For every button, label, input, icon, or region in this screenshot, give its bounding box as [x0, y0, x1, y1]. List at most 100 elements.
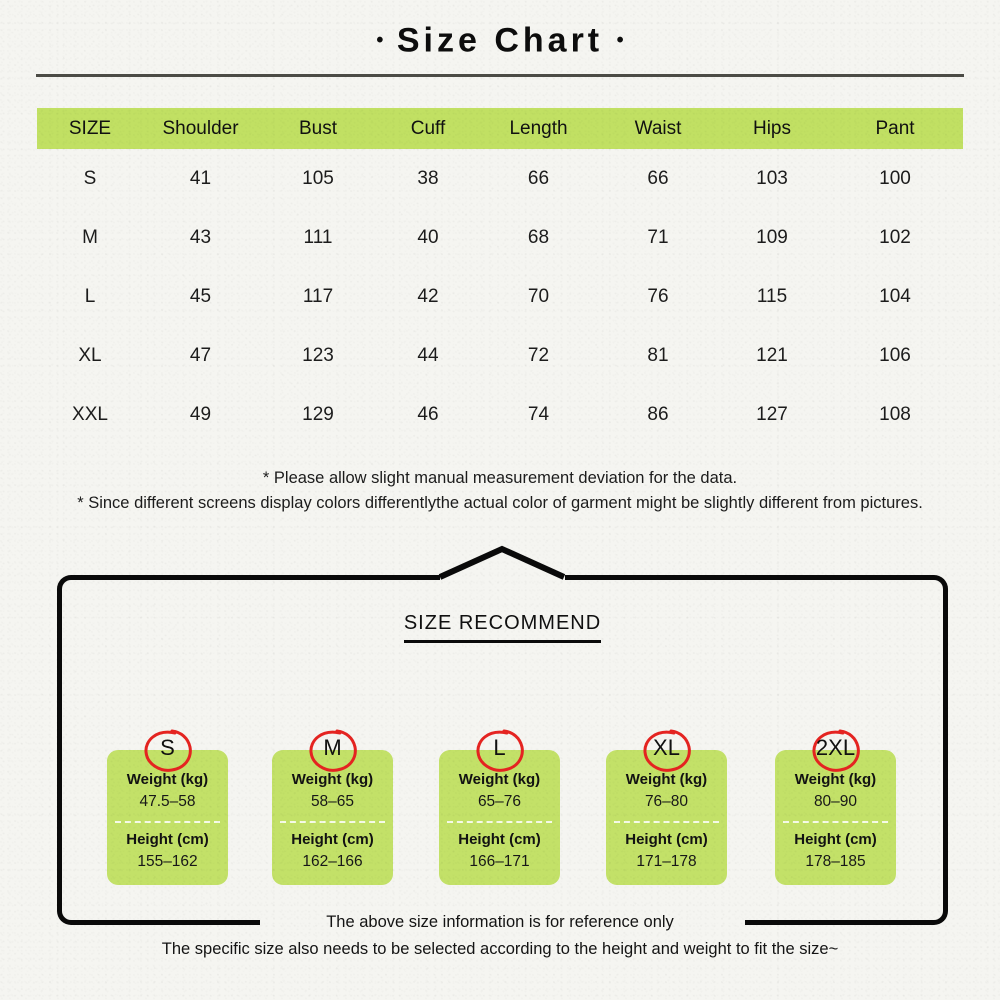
table-row: L 45 117 42 70 76 115 104	[37, 267, 963, 326]
cell-shoulder: 49	[189, 403, 212, 425]
height-label: Height (cm)	[291, 831, 374, 848]
size-table-body: S 41 105 38 66 66 103 100 M 43 111 40 68…	[37, 149, 963, 444]
disclaimer-notes: * Please allow slight manual measurement…	[0, 466, 1000, 516]
size-recommend-heading-text: SIZE RECOMMEND	[403, 612, 602, 643]
card-divider	[280, 821, 385, 823]
cell-hips: 115	[756, 285, 788, 307]
card-divider	[447, 821, 552, 823]
cell-bust: 117	[302, 285, 334, 307]
column-header-hips: Hips	[717, 108, 827, 149]
size-badge-label: XL	[653, 735, 680, 760]
size-recommend-cards: S Weight (kg) 47.5–58 Height (cm) 155–16…	[107, 725, 898, 885]
size-badge: M	[272, 725, 393, 772]
cell-waist: 86	[647, 403, 669, 425]
cell-size: S	[83, 167, 97, 189]
title-bullet-right: •	[616, 29, 624, 52]
weight-value: 58–65	[310, 793, 355, 810]
column-header-size: SIZE	[37, 108, 143, 149]
table-row: XL 47 123 44 72 81 121 106	[37, 326, 963, 385]
size-table-container: SIZE Shoulder Bust Cuff Length Waist Hip…	[37, 108, 963, 444]
card-divider	[614, 821, 719, 823]
column-header-length: Length	[478, 108, 599, 149]
table-row: M 43 111 40 68 71 109 102	[37, 208, 963, 267]
size-badge: S	[107, 725, 228, 772]
table-row: XXL 49 129 46 74 86 127 108	[37, 385, 963, 444]
cell-length: 68	[527, 226, 550, 248]
frame-edge-left	[57, 599, 62, 901]
cell-bust: 123	[302, 344, 334, 366]
cell-size: XXL	[72, 403, 108, 425]
table-row: S 41 105 38 66 66 103 100	[37, 149, 963, 208]
size-badge-label: L	[493, 735, 506, 760]
column-header-cuff: Cuff	[378, 108, 478, 149]
footer-notes: The above size information is for refere…	[0, 909, 1000, 963]
height-label: Height (cm)	[458, 831, 541, 848]
height-value: 155–162	[137, 853, 198, 870]
cell-cuff: 46	[417, 403, 439, 425]
cell-bust: 129	[302, 403, 334, 425]
cell-waist: 76	[647, 285, 669, 307]
cell-pant: 106	[879, 344, 911, 366]
footer-line-selection: The specific size also needs to be selec…	[161, 940, 839, 958]
cell-waist: 66	[647, 167, 669, 189]
height-value: 171–178	[636, 853, 697, 870]
cell-size: L	[84, 285, 96, 307]
cell-shoulder: 43	[189, 226, 212, 248]
cell-bust: 105	[302, 167, 334, 189]
height-value: 162–166	[302, 853, 363, 870]
size-table: SIZE Shoulder Bust Cuff Length Waist Hip…	[37, 108, 963, 444]
title-bullet-left: •	[376, 29, 384, 52]
cell-pant: 108	[879, 403, 911, 425]
table-header-row: SIZE Shoulder Bust Cuff Length Waist Hip…	[37, 108, 963, 149]
cell-length: 70	[527, 285, 550, 307]
cell-waist: 71	[647, 226, 669, 248]
cell-cuff: 44	[417, 344, 439, 366]
cell-pant: 104	[879, 285, 911, 307]
cell-shoulder: 47	[189, 344, 212, 366]
weight-value: 47.5–58	[139, 793, 196, 810]
size-badge: L	[439, 725, 560, 772]
size-table-header: SIZE Shoulder Bust Cuff Length Waist Hip…	[37, 108, 963, 149]
cell-hips: 121	[756, 344, 788, 366]
cell-shoulder: 41	[189, 167, 212, 189]
chevron-up-icon	[438, 545, 566, 580]
card-divider	[783, 821, 888, 823]
height-value: 178–185	[805, 853, 866, 870]
height-value: 166–171	[469, 853, 530, 870]
cell-hips: 109	[756, 226, 788, 248]
footer-line-reference: The above size information is for refere…	[326, 913, 674, 931]
cell-bust: 111	[303, 226, 333, 248]
cell-length: 72	[527, 344, 550, 366]
height-label: Height (cm)	[625, 831, 708, 848]
cell-pant: 102	[879, 226, 911, 248]
note-color-difference: * Since different screens display colors…	[77, 494, 923, 512]
card-divider	[115, 821, 220, 823]
frame-edge-right	[943, 599, 948, 901]
size-badge: XL	[606, 725, 727, 772]
size-recommend-heading: SIZE RECOMMEND	[57, 612, 948, 643]
size-badge: 2XL	[775, 725, 896, 772]
cell-pant: 100	[879, 167, 911, 189]
weight-value: 76–80	[644, 793, 689, 810]
cell-cuff: 40	[417, 226, 439, 248]
size-recommend-frame: SIZE RECOMMEND S Weight (kg) 47.5–58 Hei…	[57, 545, 948, 925]
size-badge-label: S	[160, 735, 175, 760]
cell-cuff: 42	[417, 285, 439, 307]
frame-edge-top-left	[81, 575, 440, 580]
cell-size: M	[82, 226, 98, 248]
size-badge-label: M	[323, 735, 342, 760]
frame-edge-top-right	[565, 575, 924, 580]
cell-hips: 103	[756, 167, 788, 189]
column-header-bust: Bust	[258, 108, 378, 149]
note-measurement-deviation: * Please allow slight manual measurement…	[262, 469, 738, 487]
page-title: • Size Chart •	[0, 20, 1000, 61]
column-header-waist: Waist	[599, 108, 717, 149]
cell-length: 74	[527, 403, 550, 425]
height-label: Height (cm)	[126, 831, 209, 848]
column-header-shoulder: Shoulder	[143, 108, 258, 149]
cell-waist: 81	[647, 344, 669, 366]
cell-size: XL	[78, 344, 102, 366]
cell-length: 66	[527, 167, 550, 189]
size-badge-label: 2XL	[815, 735, 856, 760]
weight-value: 80–90	[813, 793, 858, 810]
